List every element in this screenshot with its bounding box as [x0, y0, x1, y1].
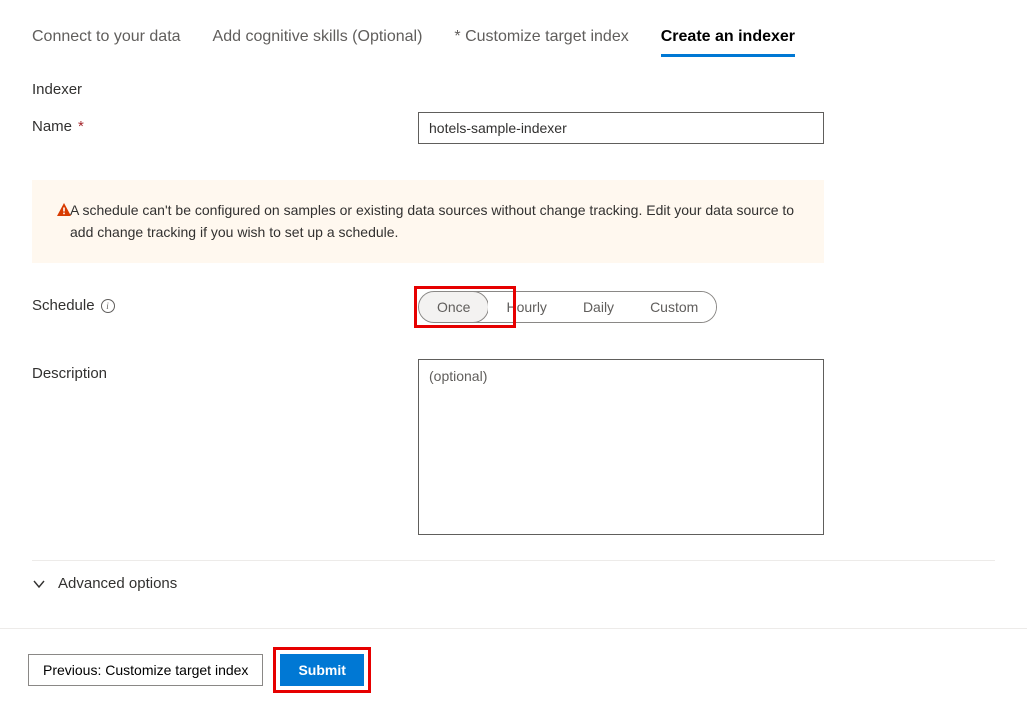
warning-banner: A schedule can't be configured on sample… [32, 180, 824, 263]
tab-create-indexer[interactable]: Create an indexer [661, 28, 795, 57]
chevron-down-icon [32, 577, 46, 591]
submit-button[interactable]: Submit [280, 654, 363, 686]
schedule-label: Schedule i [32, 291, 418, 314]
indexer-heading: Indexer [32, 81, 995, 98]
required-marker: * [78, 118, 84, 135]
description-input[interactable] [418, 359, 824, 535]
description-label: Description [32, 359, 418, 382]
previous-button[interactable]: Previous: Customize target index [28, 654, 263, 686]
advanced-options-toggle[interactable]: Advanced options [32, 560, 995, 592]
name-input[interactable] [418, 112, 824, 144]
wizard-tabs: Connect to your data Add cognitive skill… [0, 0, 1027, 57]
schedule-pill-group: Once Hourly Daily Custom [418, 291, 717, 323]
wizard-footer: Previous: Customize target index Submit [0, 628, 1027, 711]
tab-connect-data[interactable]: Connect to your data [32, 28, 181, 57]
tab-cognitive-skills[interactable]: Add cognitive skills (Optional) [213, 28, 423, 57]
name-label: Name * [32, 112, 418, 135]
schedule-daily[interactable]: Daily [565, 291, 632, 323]
schedule-once[interactable]: Once [418, 291, 489, 323]
warning-text: A schedule can't be configured on sample… [70, 200, 800, 243]
highlight-submit: Submit [273, 647, 370, 693]
tab-customize-index[interactable]: * Customize target index [454, 28, 628, 57]
schedule-custom[interactable]: Custom [632, 291, 716, 323]
info-icon[interactable]: i [101, 299, 115, 313]
schedule-hourly[interactable]: Hourly [488, 291, 564, 323]
